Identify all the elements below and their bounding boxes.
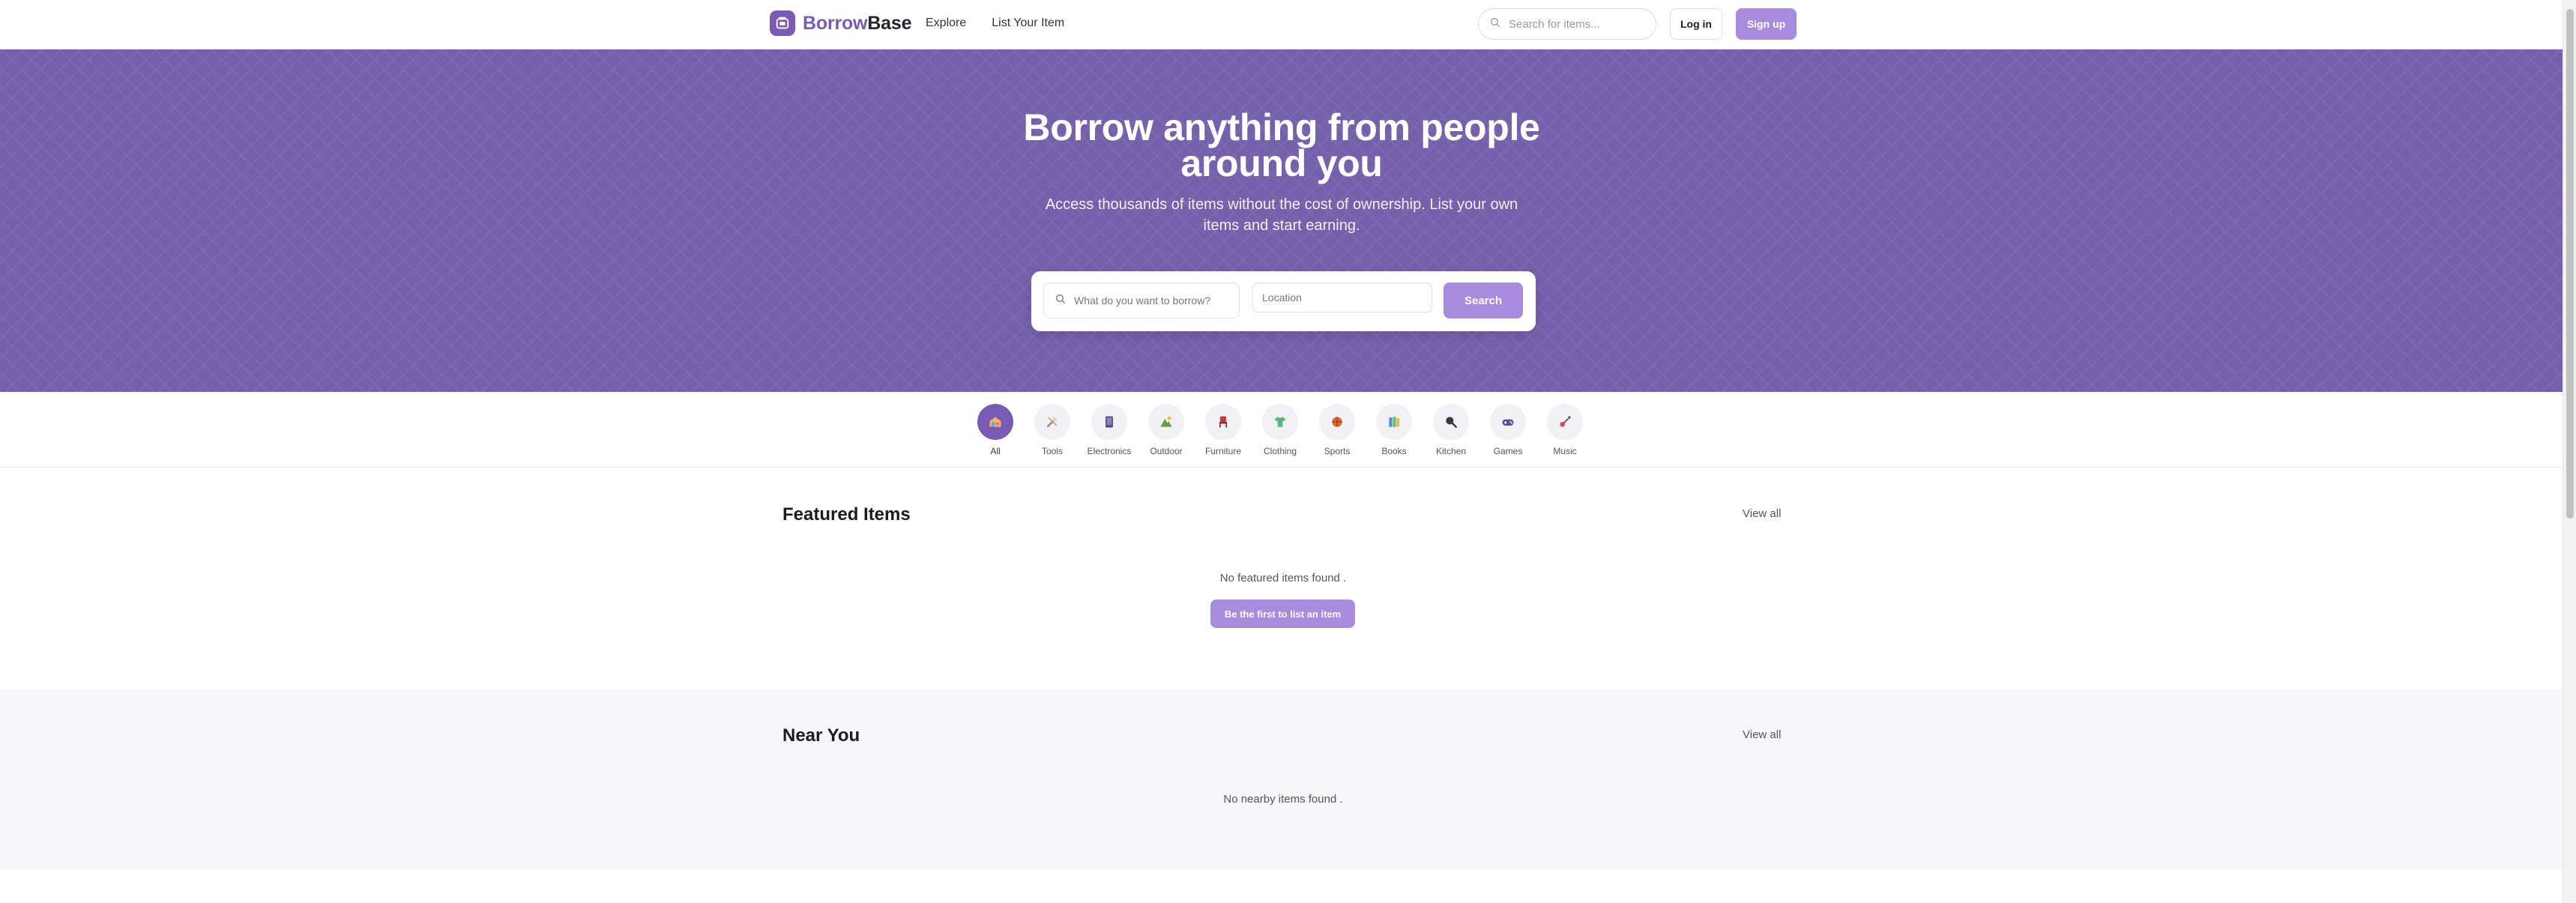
nav-explore[interactable]: Explore — [926, 16, 966, 30]
near-you-view-all-link[interactable]: View all — [1743, 728, 1781, 741]
category-label: All — [990, 446, 1001, 456]
category-bar: All Tools Electronics Outdoor Furniture … — [0, 392, 2563, 468]
main-nav: Explore List Your Item — [926, 16, 1064, 30]
header-search — [1478, 8, 1656, 40]
category-label: Kitchen — [1435, 446, 1467, 456]
category-games[interactable]: Games — [1490, 404, 1526, 456]
logo-icon — [770, 10, 795, 36]
page: BorrowBase Explore List Your Item Log in… — [0, 0, 2576, 903]
outdoor-icon — [1148, 404, 1184, 440]
category-label: Music — [1553, 446, 1577, 456]
category-label: Outdoor — [1150, 446, 1183, 456]
books-icon — [1376, 404, 1412, 440]
category-books[interactable]: Books — [1376, 404, 1412, 456]
near-you-title: Near You — [782, 725, 860, 746]
electronics-icon — [1091, 404, 1127, 440]
list-first-item-button[interactable]: Be the first to list an item — [1210, 600, 1355, 628]
category-label: Furniture — [1204, 446, 1242, 456]
page-scrollbar[interactable] — [2563, 0, 2576, 903]
category-music[interactable]: Music — [1547, 404, 1583, 456]
house-icon — [977, 404, 1013, 440]
featured-section: Featured Items View all No featured item… — [0, 468, 2563, 689]
category-list: All Tools Electronics Outdoor Furniture … — [977, 404, 1583, 456]
featured-title: Featured Items — [782, 504, 911, 525]
kitchen-icon — [1433, 404, 1469, 440]
category-outdoor[interactable]: Outdoor — [1148, 404, 1184, 456]
category-sports[interactable]: Sports — [1319, 404, 1355, 456]
hero-section: Borrow anything from people around you A… — [0, 49, 2563, 392]
nav-list-your-item[interactable]: List Your Item — [992, 16, 1064, 30]
login-button[interactable]: Log in — [1670, 8, 1722, 40]
near-you-empty-text: No nearby items found . — [1223, 793, 1343, 806]
category-label: Games — [1493, 446, 1523, 456]
chair-icon — [1205, 404, 1241, 440]
scrollbar-thumb[interactable] — [2566, 9, 2574, 519]
borrow-search-input[interactable] — [1074, 295, 1224, 306]
category-clothing[interactable]: Clothing — [1262, 404, 1298, 456]
featured-empty-text: No featured items found . — [1219, 572, 1347, 585]
hero-search-card: Search — [1031, 271, 1536, 331]
borrow-search-field — [1043, 283, 1240, 318]
logo[interactable]: BorrowBase — [770, 10, 911, 36]
tools-icon — [1034, 404, 1070, 440]
signup-button[interactable]: Sign up — [1736, 8, 1797, 40]
gamepad-icon — [1490, 404, 1526, 440]
hero-title: Borrow anything from people around you — [1023, 106, 1540, 184]
category-label: Tools — [1041, 446, 1063, 456]
page-bottom-area — [0, 869, 2563, 903]
category-label: Books — [1381, 446, 1407, 456]
ball-icon — [1319, 404, 1355, 440]
category-label: Electronics — [1087, 446, 1132, 456]
category-electronics[interactable]: Electronics — [1088, 404, 1131, 456]
category-kitchen[interactable]: Kitchen — [1433, 404, 1469, 456]
shirt-icon — [1262, 404, 1298, 440]
category-furniture[interactable]: Furniture — [1205, 404, 1241, 456]
category-label: Sports — [1324, 446, 1351, 456]
category-label: Clothing — [1263, 446, 1297, 456]
hero-search-button[interactable]: Search — [1444, 283, 1523, 318]
location-input[interactable] — [1262, 292, 1412, 303]
search-icon — [1055, 293, 1067, 309]
search-icon — [1489, 16, 1501, 32]
category-tools[interactable]: Tools — [1034, 404, 1070, 456]
category-all[interactable]: All — [977, 404, 1013, 456]
guitar-icon — [1547, 404, 1583, 440]
near-you-section: Near You View all No nearby items found … — [0, 689, 2563, 869]
hero-subtitle: Access thousands of items without the co… — [1045, 196, 1518, 234]
logo-text: BorrowBase — [803, 12, 912, 34]
featured-view-all-link[interactable]: View all — [1743, 507, 1781, 520]
header-search-input[interactable] — [1509, 17, 1644, 31]
top-header: BorrowBase Explore List Your Item Log in… — [0, 0, 2563, 49]
location-field — [1252, 283, 1432, 312]
